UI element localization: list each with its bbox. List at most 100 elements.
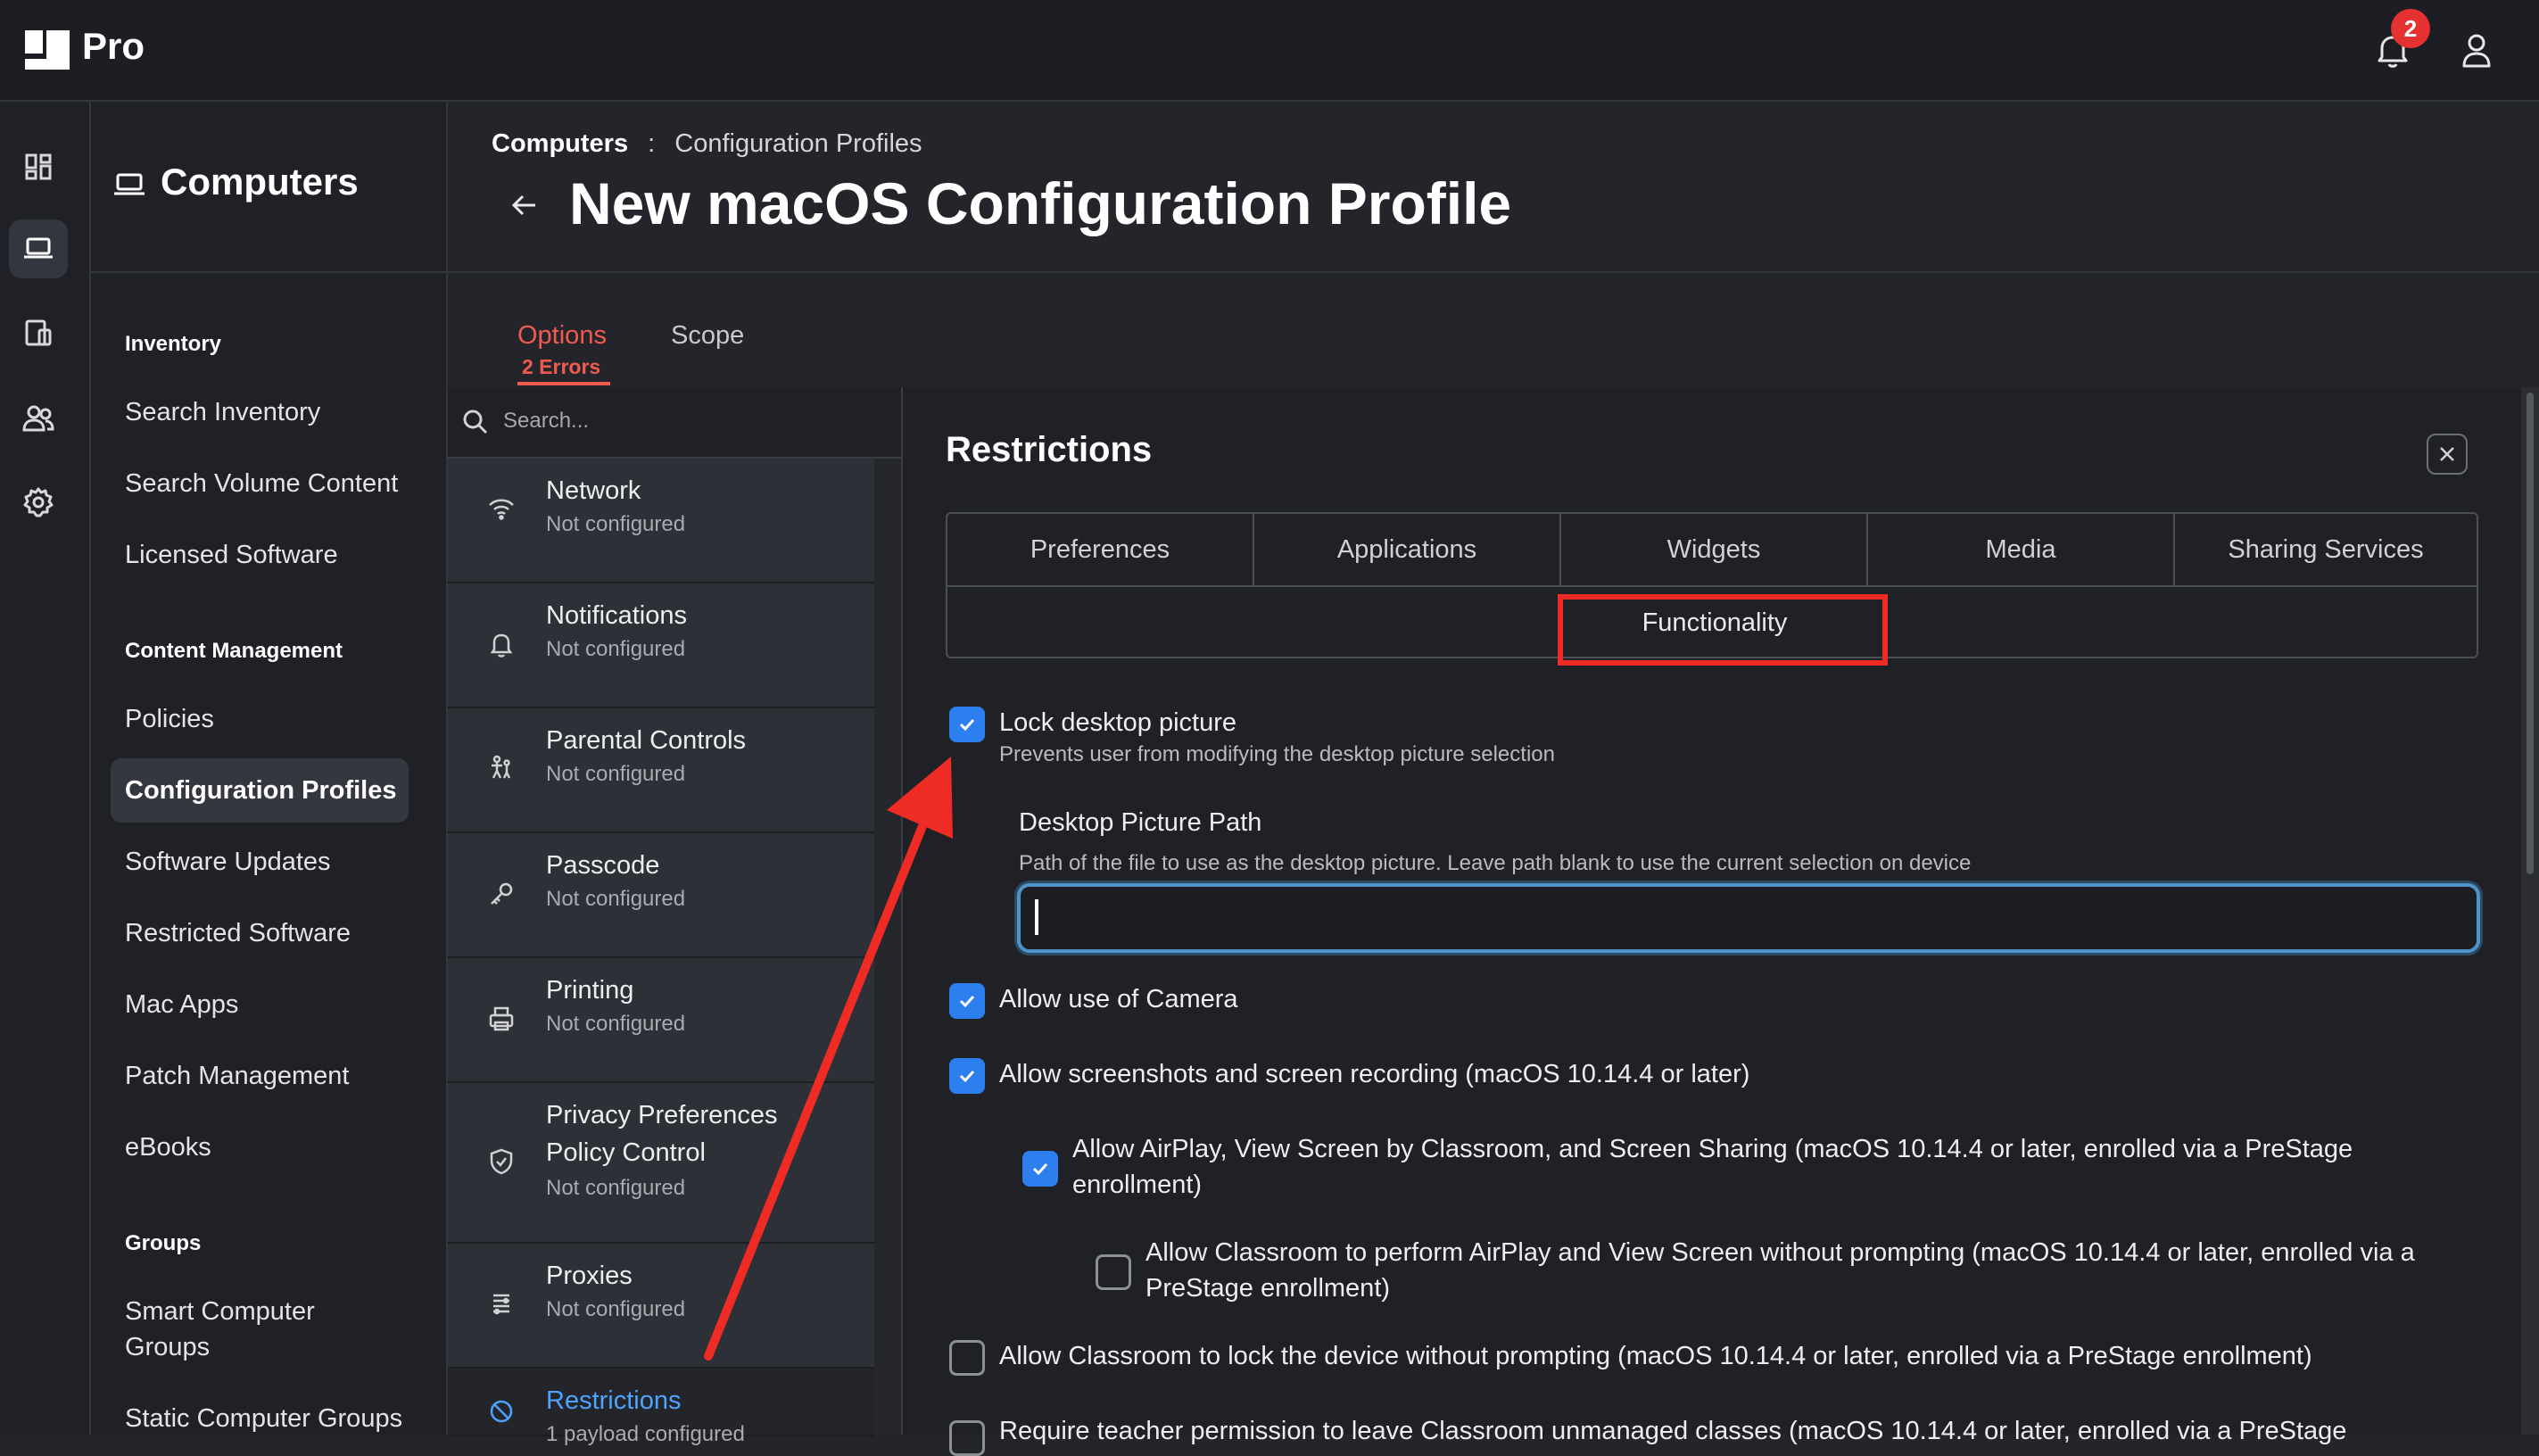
tab-sharing-services[interactable]: Sharing Services [2175, 514, 2477, 585]
allow-classroom-airplay-label: Allow Classroom to perform AirPlay and V… [1145, 1238, 2415, 1267]
nav-section-inventory: Inventory [125, 332, 222, 356]
lock-desktop-checkbox[interactable] [949, 707, 985, 742]
wifi-icon [489, 499, 514, 520]
nav-item-policies[interactable]: Policies [125, 701, 428, 737]
tab-media[interactable]: Media [1868, 514, 2175, 585]
allow-airplay-label: Allow AirPlay, View Screen by Classroom,… [1072, 1135, 2353, 1163]
desktop-path-input[interactable] [1017, 883, 2480, 953]
tab-widgets[interactable]: Widgets [1561, 514, 1868, 585]
payload-status: Not configured [546, 637, 686, 661]
nav-title: Computers [161, 161, 359, 203]
nav-item-search-inventory[interactable]: Search Inventory [125, 394, 428, 430]
payload-item-passcode[interactable]: Passcode Not configured [448, 833, 874, 958]
payload-item-proxies[interactable]: Proxies Not configured [448, 1244, 874, 1369]
allow-classroom-lock-label: Allow Classroom to lock the device witho… [999, 1342, 2312, 1370]
computers-icon[interactable] [9, 219, 68, 278]
lock-desktop-description: Prevents user from modifying the desktop… [999, 742, 1555, 766]
product-name: Pro [82, 25, 145, 67]
nav-item-patch-management[interactable]: Patch Management [125, 1058, 428, 1094]
key-icon [491, 882, 513, 905]
payload-name: Restrictions [546, 1386, 682, 1415]
nav-item-static-computer-groups[interactable]: Static Computer Groups [125, 1401, 428, 1436]
nav-item-mac-apps[interactable]: Mac Apps [125, 987, 428, 1022]
printer-icon [489, 1006, 514, 1031]
nav-item-search-volume-content[interactable]: Search Volume Content [125, 466, 428, 501]
breadcrumb: Computers : Configuration Profiles [492, 129, 922, 159]
allow-classroom-lock-checkbox[interactable] [949, 1340, 985, 1376]
payload-status: Not configured [546, 1176, 686, 1200]
desktop-path-label: Desktop Picture Path [1019, 808, 1262, 837]
allow-camera-checkbox[interactable] [949, 983, 985, 1019]
nav-item-software-updates[interactable]: Software Updates [125, 844, 428, 880]
desktop-path-help: Path of the file to use as the desktop p… [1019, 851, 1972, 875]
breadcrumb-separator: : [648, 129, 656, 158]
payload-item-parental-controls[interactable]: Parental Controls Not configured [448, 708, 874, 833]
payload-name: Proxies [546, 1262, 633, 1290]
proxy-icon [493, 1294, 509, 1315]
devices-icon[interactable] [9, 303, 68, 362]
payload-status: Not configured [546, 887, 686, 911]
payload-name: Network [546, 476, 641, 505]
content-scrollbar-thumb[interactable] [2527, 393, 2534, 874]
options-error-count: 2 Errors [522, 355, 601, 378]
payload-item-restrictions[interactable]: Restrictions 1 payload configured [448, 1369, 874, 1446]
back-arrow-icon[interactable] [507, 187, 542, 223]
tab-scope[interactable]: Scope [671, 321, 744, 351]
tab-options[interactable]: Options [517, 321, 607, 351]
payload-item-network[interactable]: Network Not configured [448, 459, 874, 583]
family-icon [492, 755, 511, 779]
payload-status: Not configured [546, 1297, 686, 1321]
nav-header: Computers [91, 102, 446, 273]
payload-name: Parental Controls [546, 726, 747, 755]
nav-item-configuration-profiles[interactable]: Configuration Profiles [111, 758, 409, 823]
payload-status: 1 payload configured [546, 1422, 745, 1446]
nav-item-smart-computer-groups[interactable]: Smart Computer Groups [125, 1294, 348, 1365]
users-icon[interactable] [9, 389, 68, 448]
settings-gear-icon[interactable] [9, 473, 68, 532]
tab-applications[interactable]: Applications [1254, 514, 1561, 585]
lock-desktop-label: Lock desktop picture [999, 708, 1236, 737]
restrictions-title: Restrictions [946, 430, 1153, 469]
allow-airplay-checkbox[interactable] [1022, 1151, 1058, 1187]
allow-classroom-airplay-checkbox[interactable] [1096, 1254, 1131, 1290]
restricted-icon [490, 1400, 513, 1423]
breadcrumb-current[interactable]: Configuration Profiles [674, 129, 922, 158]
close-icon [2440, 447, 2454, 461]
shield-icon [490, 1148, 513, 1175]
user-account-icon[interactable] [2457, 30, 2496, 70]
icon-rail [0, 102, 91, 1435]
checkmark-icon [959, 718, 975, 732]
active-tab-indicator [517, 382, 610, 385]
payload-item-notifications[interactable]: Notifications Not configured [448, 583, 874, 708]
payload-name: Privacy Preferences [546, 1101, 778, 1129]
top-bar: Pro 2 [0, 0, 2539, 102]
checkmark-icon [959, 1070, 975, 1083]
breadcrumb-root-link[interactable]: Computers [492, 129, 628, 158]
nav-section-content-management: Content Management [125, 639, 343, 663]
payload-search-input[interactable]: Search... [503, 409, 589, 434]
annotation-highlight-box [1558, 594, 1888, 666]
allow-camera-label: Allow use of Camera [999, 985, 1238, 1013]
payload-item-printing[interactable]: Printing Not configured [448, 958, 874, 1083]
payload-name: Passcode [546, 851, 660, 880]
payload-search[interactable]: Search... [448, 387, 901, 459]
nav-item-licensed-software[interactable]: Licensed Software [125, 537, 428, 573]
checkmark-icon [1032, 1162, 1048, 1176]
nav-item-restricted-software[interactable]: Restricted Software [125, 915, 428, 951]
payload-item-privacy-preferences-policy-control[interactable]: Privacy Preferences Policy Control Not c… [448, 1083, 874, 1244]
bell-icon [490, 633, 513, 658]
checkmark-icon [959, 995, 975, 1008]
allow-classroom-airplay-label-line2: PreStage enrollment) [1145, 1274, 1391, 1303]
close-button[interactable] [2427, 434, 2468, 475]
allow-screenshots-label: Allow screenshots and screen recording (… [999, 1060, 1750, 1088]
nav-item-ebooks[interactable]: eBooks [125, 1129, 428, 1165]
dashboard-icon[interactable] [9, 137, 68, 196]
allow-airplay-label-line2: enrollment) [1072, 1171, 1203, 1199]
allow-screenshots-checkbox[interactable] [949, 1058, 985, 1094]
nav-section-groups: Groups [125, 1231, 202, 1255]
require-teacher-permission-checkbox[interactable] [949, 1420, 985, 1456]
logo-icon[interactable] [23, 27, 71, 73]
payload-name-line2: Policy Control [546, 1138, 706, 1167]
payload-status: Not configured [546, 512, 686, 536]
tab-preferences[interactable]: Preferences [947, 514, 1254, 585]
